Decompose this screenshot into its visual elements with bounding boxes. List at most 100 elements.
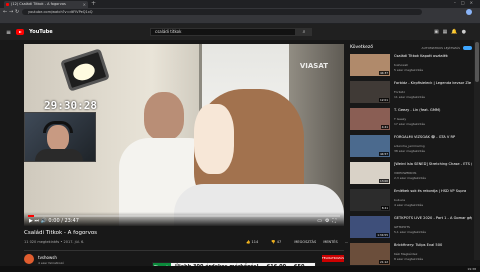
view-count: 5 ezer megtekintés — [394, 68, 424, 72]
up-next-item[interactable]: 8:41 Emlékek sok és rekordja | HSD VP Sup… — [350, 189, 472, 213]
video-thumbnail[interactable]: 21:12 — [350, 243, 390, 265]
profile-avatar[interactable] — [466, 9, 472, 15]
up-next-item[interactable]: 21:12 Brickfinery: Tulips Eval 500 Kézi Me… — [350, 243, 472, 267]
save-button[interactable]: MENTÉS — [323, 240, 337, 244]
video-duration: 13:00 — [378, 179, 389, 183]
video-player[interactable]: 29:30:28 VIASAT ▶ ⏭ 🔊 0:00 / 23:47 ▭⚙⛶ — [24, 44, 344, 226]
up-next-item[interactable]: 12:01 Forbidz - Kirpfisieleck | Legenda k… — [350, 81, 472, 105]
video-title[interactable]: Emlékek sok és rekordja | HSD VP Supra — [394, 189, 472, 194]
back-icon[interactable]: ← — [3, 9, 7, 15]
view-count: 17 ezer megtekintés — [394, 122, 425, 126]
video-title[interactable]: GETKPOTS LIVE 2020 - Part 1 - A Gomar gé… — [394, 216, 472, 221]
search-icon[interactable]: ⌕ — [296, 28, 312, 36]
subtitles-icon[interactable]: ▭ — [317, 218, 325, 224]
window-controls[interactable]: –□× — [454, 0, 478, 5]
video-title[interactable]: Forbidz - Kirpfisieleck | Legenda kevsor… — [394, 81, 472, 86]
video-thumbnail[interactable]: 13:00 — [350, 162, 390, 184]
player-controls: ▶ ⏭ 🔊 0:00 / 23:47 ▭⚙⛶ — [24, 212, 344, 226]
progress-bar[interactable] — [28, 215, 340, 217]
autoplay-toggle[interactable] — [463, 46, 472, 50]
up-next-item[interactable]: 1:34:55 GETKPOTS LIVE 2020 - Part 1 - A G… — [350, 216, 472, 240]
video-thumbnail[interactable]: 8:41 — [350, 189, 390, 211]
menu-icon[interactable]: ≡ — [6, 29, 11, 36]
video-thumbnail[interactable]: 4:41 — [350, 108, 390, 130]
channel-name: Forbidz — [394, 90, 405, 94]
channel-name: GETKPOTS — [394, 225, 410, 229]
video-title[interactable]: [Weird Isla SENED] Stretching Chase - ET… — [394, 162, 472, 167]
time-display: 0:00 / 23:47 — [48, 218, 79, 224]
youtube-logo[interactable]: YouTube — [16, 29, 53, 35]
reload-icon[interactable]: ↻ — [15, 9, 19, 15]
like-count: 114 — [251, 240, 259, 244]
browser-tab[interactable]: (12) Családi Titkok - A fogorvos × — [4, 1, 88, 8]
channel-name: VIDEOWEIRDIS — [394, 171, 417, 175]
video-title[interactable]: Brickfinery: Tulips Eval 500 — [394, 243, 472, 248]
video-thumbnail[interactable]: 12:01 — [350, 81, 390, 103]
headset-icon — [43, 121, 73, 133]
browser-tab-bar: (12) Családi Titkok - A fogorvos × + –□× — [0, 0, 480, 8]
next-icon[interactable]: ⏭ — [34, 218, 39, 224]
video-title[interactable]: T. Geezy - Lin (feat. GMM) — [394, 108, 472, 113]
share-button[interactable]: MEGOSZTÁS — [294, 240, 316, 244]
volume-icon[interactable]: 🔊 — [41, 218, 47, 224]
scrollbar[interactable] — [474, 40, 480, 260]
channel-avatar[interactable] — [24, 254, 34, 264]
bookmarks-bar: AlkalmazásokYouTubeOutlookOlvasási lista… — [0, 16, 480, 24]
autoplay-label: AUTOMATIKUS LEJÁTSZÁS — [421, 46, 460, 50]
channel-name: tvshowsh — [394, 63, 409, 67]
up-next-item[interactable]: 13:00 [Weird Isla SENED] Stretching Chase… — [350, 162, 472, 186]
video-actions: 👍 114 👎 47 MEGOSZTÁS MENTÉS … — [246, 240, 354, 244]
up-next-item[interactable]: 44:37 Családi Titkok Kapott osztalék tvsho… — [350, 54, 472, 78]
dislike-button[interactable]: 👎 47 — [271, 240, 287, 244]
video-thumbnail[interactable]: 44:37 — [350, 54, 390, 76]
dislike-count: 47 — [276, 240, 282, 244]
doctor-head — [144, 92, 184, 140]
view-count: 8 ezer megtekintés — [394, 257, 424, 261]
webcam-body — [35, 149, 83, 161]
view-count: 11 ezer megtekintés — [394, 95, 425, 99]
video-title[interactable]: FORGALMI VIZSGÁK 😂 - GTA V RP — [394, 135, 472, 140]
close-icon[interactable]: × — [83, 1, 86, 8]
patient-face — [194, 104, 234, 174]
video-thumbnail[interactable]: 44:57 — [350, 135, 390, 157]
divider — [24, 250, 344, 251]
tab-title: (12) Családi Titkok - A fogorvos — [11, 2, 66, 6]
youtube-header: ≡ YouTube családi titkok ⌕ ▣▦🔔● — [0, 24, 480, 40]
scrollbar-thumb[interactable] — [475, 42, 479, 82]
video-title: Családi Titkok - A fogorvos — [24, 230, 98, 236]
view-count: 5,1 ezer megtekintés — [394, 230, 426, 234]
video-thumbnail[interactable]: 1:34:55 — [350, 216, 390, 238]
youtube-play-icon — [16, 29, 24, 35]
player-left-controls: ▶ ⏭ 🔊 0:00 / 23:47 — [29, 218, 79, 224]
overlay-channel-logo: VIASAT — [299, 62, 328, 70]
video-duration: 21:12 — [378, 260, 389, 264]
fullscreen-icon[interactable]: ⛶ — [332, 218, 339, 224]
channel-name: bubuce — [394, 198, 406, 202]
forward-icon[interactable]: → — [9, 9, 13, 15]
channel-subscriber-count: 4 ezer feliratkozó — [38, 261, 65, 265]
search-input[interactable]: családi titkok — [150, 28, 296, 36]
os-taskbar: 19:38 — [0, 266, 480, 272]
url-field[interactable]: youtube.com/watch?v=dtFIVPeQ1xQ — [22, 9, 422, 15]
youtube-favicon-icon — [6, 3, 9, 6]
up-next-item[interactable]: 44:57 FORGALMI VIZSGÁK 😂 - GTA V RP sdunnh… — [350, 135, 472, 159]
taskbar-clock: 19:38 — [467, 267, 476, 271]
video-duration: 44:37 — [378, 71, 389, 75]
up-next-item[interactable]: 4:41 T. Geezy - Lin (feat. GMM) T Geezy 17 … — [350, 108, 472, 132]
channel-name: T Geezy — [394, 117, 407, 121]
view-count: 2,3 ezer megtekintés — [394, 176, 426, 180]
video-duration: 12:01 — [378, 98, 389, 102]
up-next-sidebar: Következő AUTOMATIKUS LEJÁTSZÁS 44:37 Csa… — [348, 40, 472, 272]
video-duration: 8:41 — [380, 206, 389, 210]
channel-name[interactable]: tvshowsh — [38, 255, 57, 260]
like-button[interactable]: 👍 114 — [246, 240, 264, 244]
play-icon[interactable]: ▶ — [29, 218, 33, 224]
address-bar: ← → ↻ youtube.com/watch?v=dtFIVPeQ1xQ — [0, 8, 480, 16]
video-title[interactable]: Családi Titkok Kapott osztalék — [394, 54, 472, 59]
new-tab-icon[interactable]: + — [91, 0, 96, 7]
subscribe-button[interactable]: FELIRATKOZÁS — [322, 255, 344, 262]
overlay-timestamp: 29:30:28 — [44, 99, 97, 112]
view-count: 38 ezer megtekintés — [394, 149, 425, 153]
video-meta: 11 020 megtekintés • 2017. júl. 6. — [24, 240, 85, 244]
header-action-icons[interactable]: ▣▦🔔● — [434, 29, 470, 35]
